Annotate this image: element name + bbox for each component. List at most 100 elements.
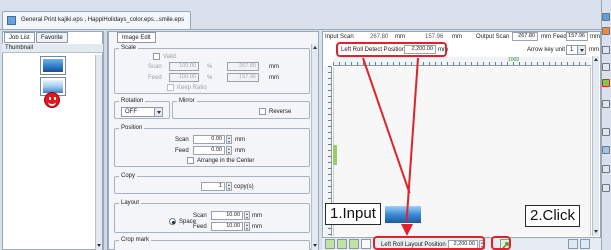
thumbnail-smile[interactable] [44, 92, 60, 108]
tab-job-list[interactable]: Job List [4, 32, 35, 43]
scale-group: Scale Valid Scan 100.00 % 267.80 mm Feed… [114, 44, 310, 94]
horizontal-ruler [333, 57, 591, 66]
position-scan-spinner[interactable] [226, 135, 232, 144]
output-feed-input[interactable]: 157.96 [566, 32, 588, 41]
print-preview-icon[interactable] [568, 239, 578, 249]
rotation-select[interactable]: OFF [121, 107, 163, 117]
fit-view-icon[interactable] [325, 239, 335, 249]
toolbar-icon-10[interactable] [602, 184, 610, 192]
layout-scrollbar[interactable] [592, 56, 599, 236]
output-scan-unit: mm [541, 34, 551, 40]
scale-feed-label: Feed [148, 75, 162, 81]
valid-checkbox[interactable] [153, 53, 160, 60]
input-scan-value: 267.80 [370, 34, 389, 40]
roll-position-indicator [333, 145, 337, 165]
tab-divider [0, 29, 611, 30]
arrow-key-unit-label: Arrow key unit [527, 47, 566, 53]
output-feed-unit: mm [590, 34, 600, 40]
arrow-key-unit-suffix: mm [589, 47, 599, 53]
print-job-icon [7, 16, 16, 25]
position-group-title: Position [119, 124, 145, 132]
arrow-key-unit-value: 1 [570, 47, 574, 53]
arrange-center-checkbox[interactable] [187, 157, 194, 164]
mirror-group-title: Mirror [177, 97, 197, 105]
toolbar-icon-9[interactable] [602, 165, 610, 173]
callout-click: 2.Click [525, 205, 581, 227]
thumbnail-kajiki[interactable] [40, 56, 66, 75]
arrow-head-left [401, 224, 413, 236]
toolbar-icon-7[interactable] [602, 128, 610, 136]
layout-scan-unit: mm [252, 213, 262, 219]
layout-feed-label: Feed [193, 224, 207, 230]
toolbar-icon-2[interactable] [602, 27, 610, 35]
scale-scan-mm-input[interactable]: 267.80 [227, 62, 259, 71]
position-feed-spinner[interactable] [226, 146, 232, 155]
reverse-checkbox[interactable] [259, 108, 266, 115]
scale-feed-percent-input[interactable]: 100.00 [169, 73, 199, 82]
edit-panel-scrollbar[interactable] [311, 44, 318, 250]
scale-group-title: Scale [119, 44, 139, 52]
layout-feed-spinner[interactable] [244, 222, 250, 231]
chevron-down-icon [154, 108, 162, 116]
right-toolbar [601, 0, 611, 250]
input-feed-unit: mm [452, 34, 462, 40]
position-feed-unit: mm [235, 148, 245, 154]
zoom-out-icon[interactable] [349, 239, 359, 249]
layout-feed-unit: mm [252, 224, 262, 230]
toolbar-icon-1[interactable] [602, 13, 610, 21]
copy-unit: copy(s) [234, 184, 254, 190]
toolbar-icon-3[interactable] [602, 46, 610, 54]
copy-group: Copy 1 copy(s) [114, 172, 310, 194]
tab-favorite[interactable]: Favorite [36, 32, 68, 43]
layout-group-title: Layout [119, 199, 142, 207]
layout-settings-icon[interactable] [580, 239, 590, 249]
scale-scan-mm-unit: mm [269, 64, 279, 70]
toolbar-icon-8[interactable] [602, 146, 610, 154]
space-radio[interactable] [169, 218, 176, 225]
zoom-in-icon[interactable] [337, 239, 347, 249]
position-scan-label: Scan [175, 137, 189, 143]
scale-feed-mm-unit: mm [269, 75, 279, 81]
toolbar-icon-4[interactable] [602, 63, 610, 71]
copy-count-spinner[interactable] [226, 182, 232, 191]
rotation-group: Rotation OFF [114, 97, 170, 119]
copy-count-input[interactable]: 1 [201, 182, 225, 191]
input-scan-unit: mm [395, 34, 405, 40]
rotation-group-title: Rotation [119, 97, 146, 105]
placed-image[interactable] [385, 206, 421, 223]
position-feed-label: Feed [175, 148, 189, 154]
arrange-center-label: Arrange in the Center [197, 158, 255, 164]
layout-group: Layout Space Scan 10.00 mm Feed 10.00 mm [114, 199, 310, 233]
callout-input: 1.Input [325, 203, 381, 225]
left-panel-scrollbar[interactable] [95, 55, 102, 250]
document-tab-title: General Print kajiki.eps , HappiHolidays… [21, 17, 185, 23]
valid-label: Valid [163, 54, 176, 60]
output-scan-input[interactable]: 267.80 [512, 32, 538, 41]
toolbar-icon-5[interactable] [602, 79, 610, 87]
position-feed-input[interactable]: 0.00 [193, 146, 225, 155]
keep-ratio-checkbox[interactable] [167, 84, 174, 91]
thumbnail-header: Thumbnail [2, 44, 103, 53]
grid-view-icon[interactable] [361, 239, 371, 249]
input-scan-label: Input Scan [325, 34, 354, 40]
layout-feed-input[interactable]: 10.00 [211, 222, 243, 231]
scale-scan-percent-input[interactable]: 100.00 [169, 62, 199, 71]
toolbar-icon-6[interactable] [602, 100, 610, 108]
keep-ratio-label: Keep Ratio [177, 85, 207, 91]
position-group: Position Scan 0.00 mm Feed 0.00 mm Arran… [114, 124, 310, 167]
document-tab[interactable]: General Print kajiki.eps , HappiHolidays… [2, 11, 192, 29]
highlight-left-roll-detect [336, 42, 447, 57]
arrow-key-unit-select[interactable]: 1 [566, 45, 586, 55]
tab-image-edit[interactable]: Image Edit [117, 32, 156, 43]
position-scan-input[interactable]: 0.00 [193, 135, 225, 144]
layout-scan-input[interactable]: 10.00 [211, 211, 243, 220]
layout-scan-label: Scan [193, 213, 207, 219]
scale-scan-percent-unit: % [207, 64, 213, 70]
ruler-mark-label: 1000 [508, 57, 520, 63]
scale-feed-mm-input[interactable]: 157.96 [227, 73, 259, 82]
position-scan-unit: mm [235, 137, 245, 143]
output-feed-label: Feed [553, 34, 567, 40]
mirror-group: Mirror Reverse [172, 97, 310, 119]
reverse-label: Reverse [269, 109, 292, 115]
layout-scan-spinner[interactable] [244, 211, 250, 220]
